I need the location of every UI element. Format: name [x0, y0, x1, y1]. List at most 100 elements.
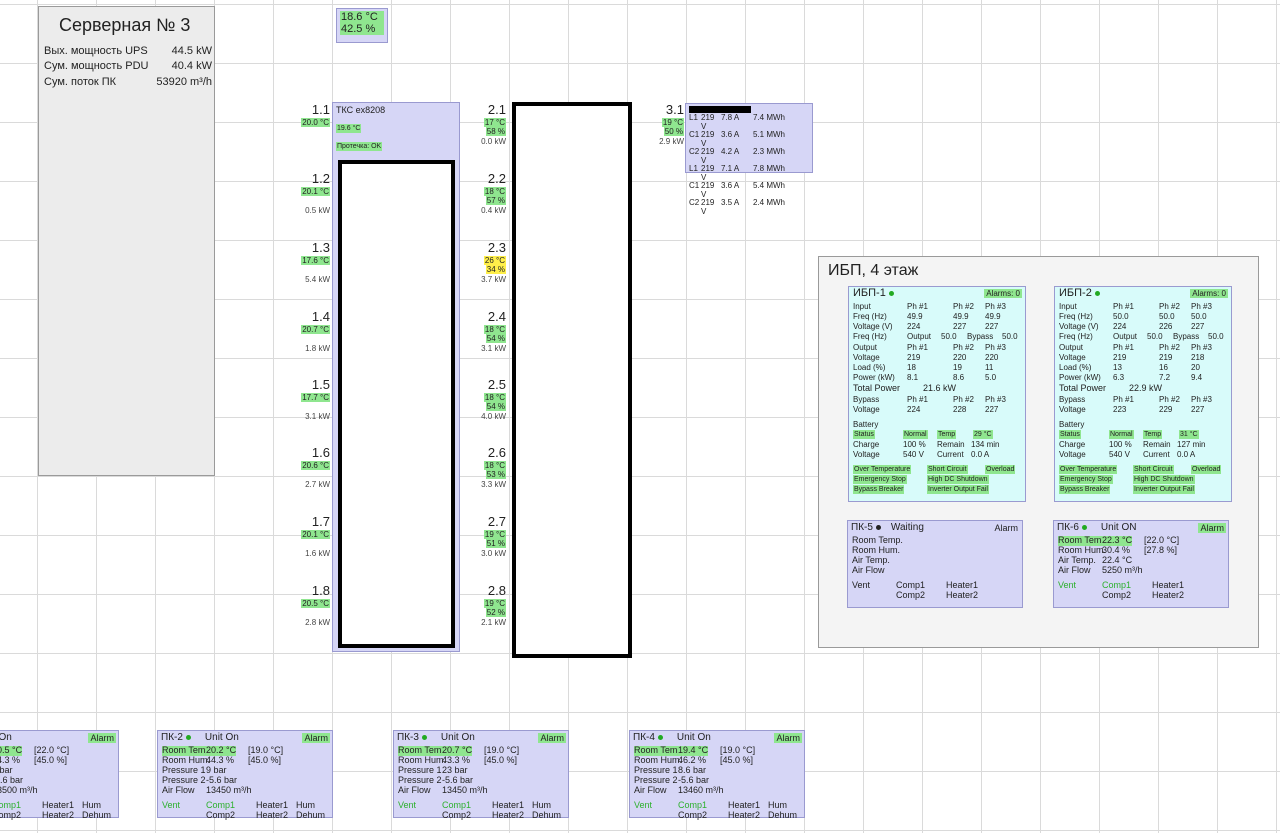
rack-label-1-3[interactable]: 1.3 17.6 °C 5.4 kW	[296, 241, 330, 284]
rack-power: 1.8 kW	[305, 344, 330, 353]
ups-row: Battery	[1059, 420, 1085, 429]
pdu-cell: 3.5 A	[721, 198, 740, 207]
pk-unit-5[interactable]: ПК-5 Waiting Alarm Room Temp. Room Hum. Air T…	[847, 520, 1023, 608]
rack-power: 3.7 kW	[481, 275, 506, 284]
rack-label-2-8[interactable]: 2.8 19 °C 52 % 2.1 kW	[472, 584, 506, 627]
rack-temp: 19 °C	[483, 599, 506, 608]
ups-unit-1[interactable]: ИБП-1 Alarms: 0 Input Ph #1 Ph #2 Ph #3 Freq (…	[848, 286, 1026, 502]
rack-temp: 20.1 °C	[301, 187, 330, 196]
ups-row: Bypass Ph #1 Ph #2 Ph #3	[1059, 395, 1212, 404]
status-dot-icon	[888, 290, 894, 296]
ups-row: Voltage 224 228 227	[853, 405, 999, 414]
ups-row: Voltage 219 219 218	[1059, 353, 1205, 362]
ups-row: Over Temperature Short Circuit Overload	[853, 465, 1016, 474]
rack-temp: 20.5 °C	[301, 599, 330, 608]
ups-row: Input Ph #1 Ph #2 Ph #3	[1059, 302, 1212, 311]
rack-humidity: 52 %	[485, 608, 506, 617]
pdu-cell: 7.4 MWh	[752, 113, 785, 122]
pk-status: Unit On	[0, 732, 12, 743]
ups-unit-2[interactable]: ИБП-2 Alarms: 0 Input Ph #1 Ph #2 Ph #3 Freq (…	[1054, 286, 1232, 502]
ups-row: Bypass Breaker Inverter Output Fail	[1059, 485, 1195, 494]
pdu-panel-3-1[interactable]: L1 219 V 7.8 A 7.4 MWh C1 219 V 3.6 A 5.1 MWh C2…	[685, 103, 813, 215]
rack-label-2-1[interactable]: 2.1 17 °C 58 % 0.0 kW	[472, 103, 506, 146]
rack-row-2-equipment-block[interactable]	[512, 102, 632, 658]
rack-label-1-7[interactable]: 1.7 20.1 °C 1.6 kW	[296, 515, 330, 558]
pdu-cell: 7.8 A	[721, 113, 740, 122]
rack-temp: 26 °C	[483, 256, 506, 265]
pk-unit-1[interactable]: -1Unit OnAlarmoom Temp.20.5 °C[22.0 °C]o…	[0, 730, 119, 820]
ups-unit-header: ИБП-1 Alarms: 0	[853, 287, 1022, 299]
rack-power: 0.4 kW	[481, 206, 506, 215]
pk-unit-2[interactable]: ПК-2 Unit On Alarm Room Temp. 20.2 °C [19.0 °…	[157, 730, 333, 820]
pdu-cell: 3.6 A	[721, 181, 740, 190]
rack-power: 2.7 kW	[305, 480, 330, 489]
server-room-title: Серверная № 3	[59, 15, 191, 35]
pdu-cell: C2	[689, 198, 700, 207]
pdu-cell: 219 V	[701, 130, 715, 148]
ups-row: Emergency Stop High DC Shutdown	[1059, 475, 1195, 484]
ups-row: Status Normal Temp 29 °C	[853, 430, 993, 439]
rack-label-2-2[interactable]: 2.2 18 °C 57 % 0.4 kW	[472, 172, 506, 215]
pdu-cell: 2.3 MWh	[752, 147, 785, 156]
pdu-row: C1 219 V 3.6 A 5.4 MWh	[689, 181, 809, 199]
ups-row: Bypass Ph #1 Ph #2 Ph #3	[853, 395, 1006, 404]
ups-alarms-badge: Alarms: 0	[1190, 289, 1228, 298]
rack-label-1-1[interactable]: 1.1 20.0 °C	[296, 103, 330, 137]
rack-power: 3.1 kW	[481, 344, 506, 353]
ups-row: Output Ph #1 Ph #2 Ph #3	[1059, 343, 1212, 352]
summary-value: 44.5 kW	[171, 45, 212, 57]
rack-label-2-4[interactable]: 2.4 18 °C 54 % 3.1 kW	[472, 310, 506, 353]
ups-row: Charge 100 % Remain 134 min	[853, 440, 1000, 449]
rack-label-1-6[interactable]: 1.6 20.6 °C 2.7 kW	[296, 446, 330, 489]
pk-header: ПК-5 Waiting Alarm	[851, 522, 1018, 533]
pdu-cell: 5.1 MWh	[752, 130, 785, 139]
ups-row: Output Ph #1 Ph #2 Ph #3	[853, 343, 1006, 352]
rack-label-2-3[interactable]: 2.3 26 °C 34 % 3.7 kW	[472, 241, 506, 284]
rack-id: 1.4	[311, 309, 330, 324]
ups-row: Voltage (V) 224 226 227	[1059, 322, 1205, 331]
rack-id: 2.7	[487, 514, 506, 529]
room-sensor-humidity: 42.5 %	[340, 23, 384, 35]
rack-label-1-8[interactable]: 1.8 20.5 °C 2.8 kW	[296, 584, 330, 627]
rack-id: 1.6	[311, 445, 330, 460]
pk-unit-3[interactable]: ПК-3 Unit On Alarm Room Temp. 20.7 °C [19.0 °…	[393, 730, 569, 820]
rack-id: 1.7	[311, 514, 330, 529]
pdu-cell: 219 V	[701, 198, 715, 216]
pdu-cell: 7.8 MWh	[752, 164, 785, 173]
cabinet-leak-status: Протечка: OK	[336, 142, 383, 151]
pk-unit-6[interactable]: ПК-6 Unit ON Alarm Room Temp. 22.3 °C [22.0 °…	[1053, 520, 1229, 608]
pk-unit-4[interactable]: ПК-4 Unit On Alarm Room Temp. 19.4 °C [19.0 °…	[629, 730, 805, 820]
rack-power: 0.0 kW	[481, 137, 506, 146]
ups-row: Charge 100 % Remain 127 min	[1059, 440, 1206, 449]
pdu-cell: 2.4 MWh	[752, 198, 785, 207]
rack-id: 1.3	[311, 240, 330, 255]
rack-temp: 17.6 °C	[301, 256, 330, 265]
pk-alarm-badge: Alarm	[774, 733, 802, 743]
pdu-row: C2 219 V 3.5 A 2.4 MWh	[689, 198, 809, 216]
rack-label-1-2[interactable]: 1.2 20.1 °C 0.5 kW	[296, 172, 330, 215]
pdu-row: L1 219 V 7.8 A 7.4 MWh	[689, 113, 809, 131]
summary-value: 40.4 kW	[171, 60, 212, 72]
rack-power: 3.1 kW	[305, 412, 330, 421]
pk-function-row: Comp2Heater2Dehum	[678, 810, 798, 820]
rack-label-2-6[interactable]: 2.6 18 °C 53 % 3.3 kW	[472, 446, 506, 489]
ups-row: Load (%) 18 19 11	[853, 363, 994, 372]
rack-power: 3.0 kW	[481, 549, 506, 558]
rack-temp: 18 °C	[483, 393, 506, 402]
rack-temp: 19 °C	[483, 530, 506, 539]
pk-row: oom Hum.44.3 %[45.0 %]	[0, 755, 68, 765]
rack-label-2-7[interactable]: 2.7 19 °C 51 % 3.0 kW	[472, 515, 506, 558]
pdu-cell: 219 V	[701, 147, 715, 165]
room-sensor-widget[interactable]: 18.6 °C 42.5 %	[336, 8, 388, 43]
pk-function-row: Vent Comp1 Heater1	[852, 580, 979, 590]
pk-function-row: Vent Comp1 Heater1	[1058, 580, 1185, 590]
rack-row-1-cabinet[interactable]: ТКС ex8208 19.6 °C Протечка: OK	[332, 102, 460, 652]
ups-row: Voltage 223 229 227	[1059, 405, 1205, 414]
ups-row: Status Normal Temp 31 °C	[1059, 430, 1199, 439]
rack-label-2-5[interactable]: 2.5 18 °C 54 % 4.0 kW	[472, 378, 506, 421]
rack-power: 2.1 kW	[481, 618, 506, 627]
ups-row: Input Ph #1 Ph #2 Ph #3	[853, 302, 1006, 311]
rack-label-1-4[interactable]: 1.4 20.7 °C 1.8 kW	[296, 310, 330, 353]
rack-label-1-5[interactable]: 1.5 17.7 °C 3.1 kW	[296, 378, 330, 421]
rack-label-3-1[interactable]: 3.1 19 °C 50 % 2.9 kW	[650, 103, 684, 146]
